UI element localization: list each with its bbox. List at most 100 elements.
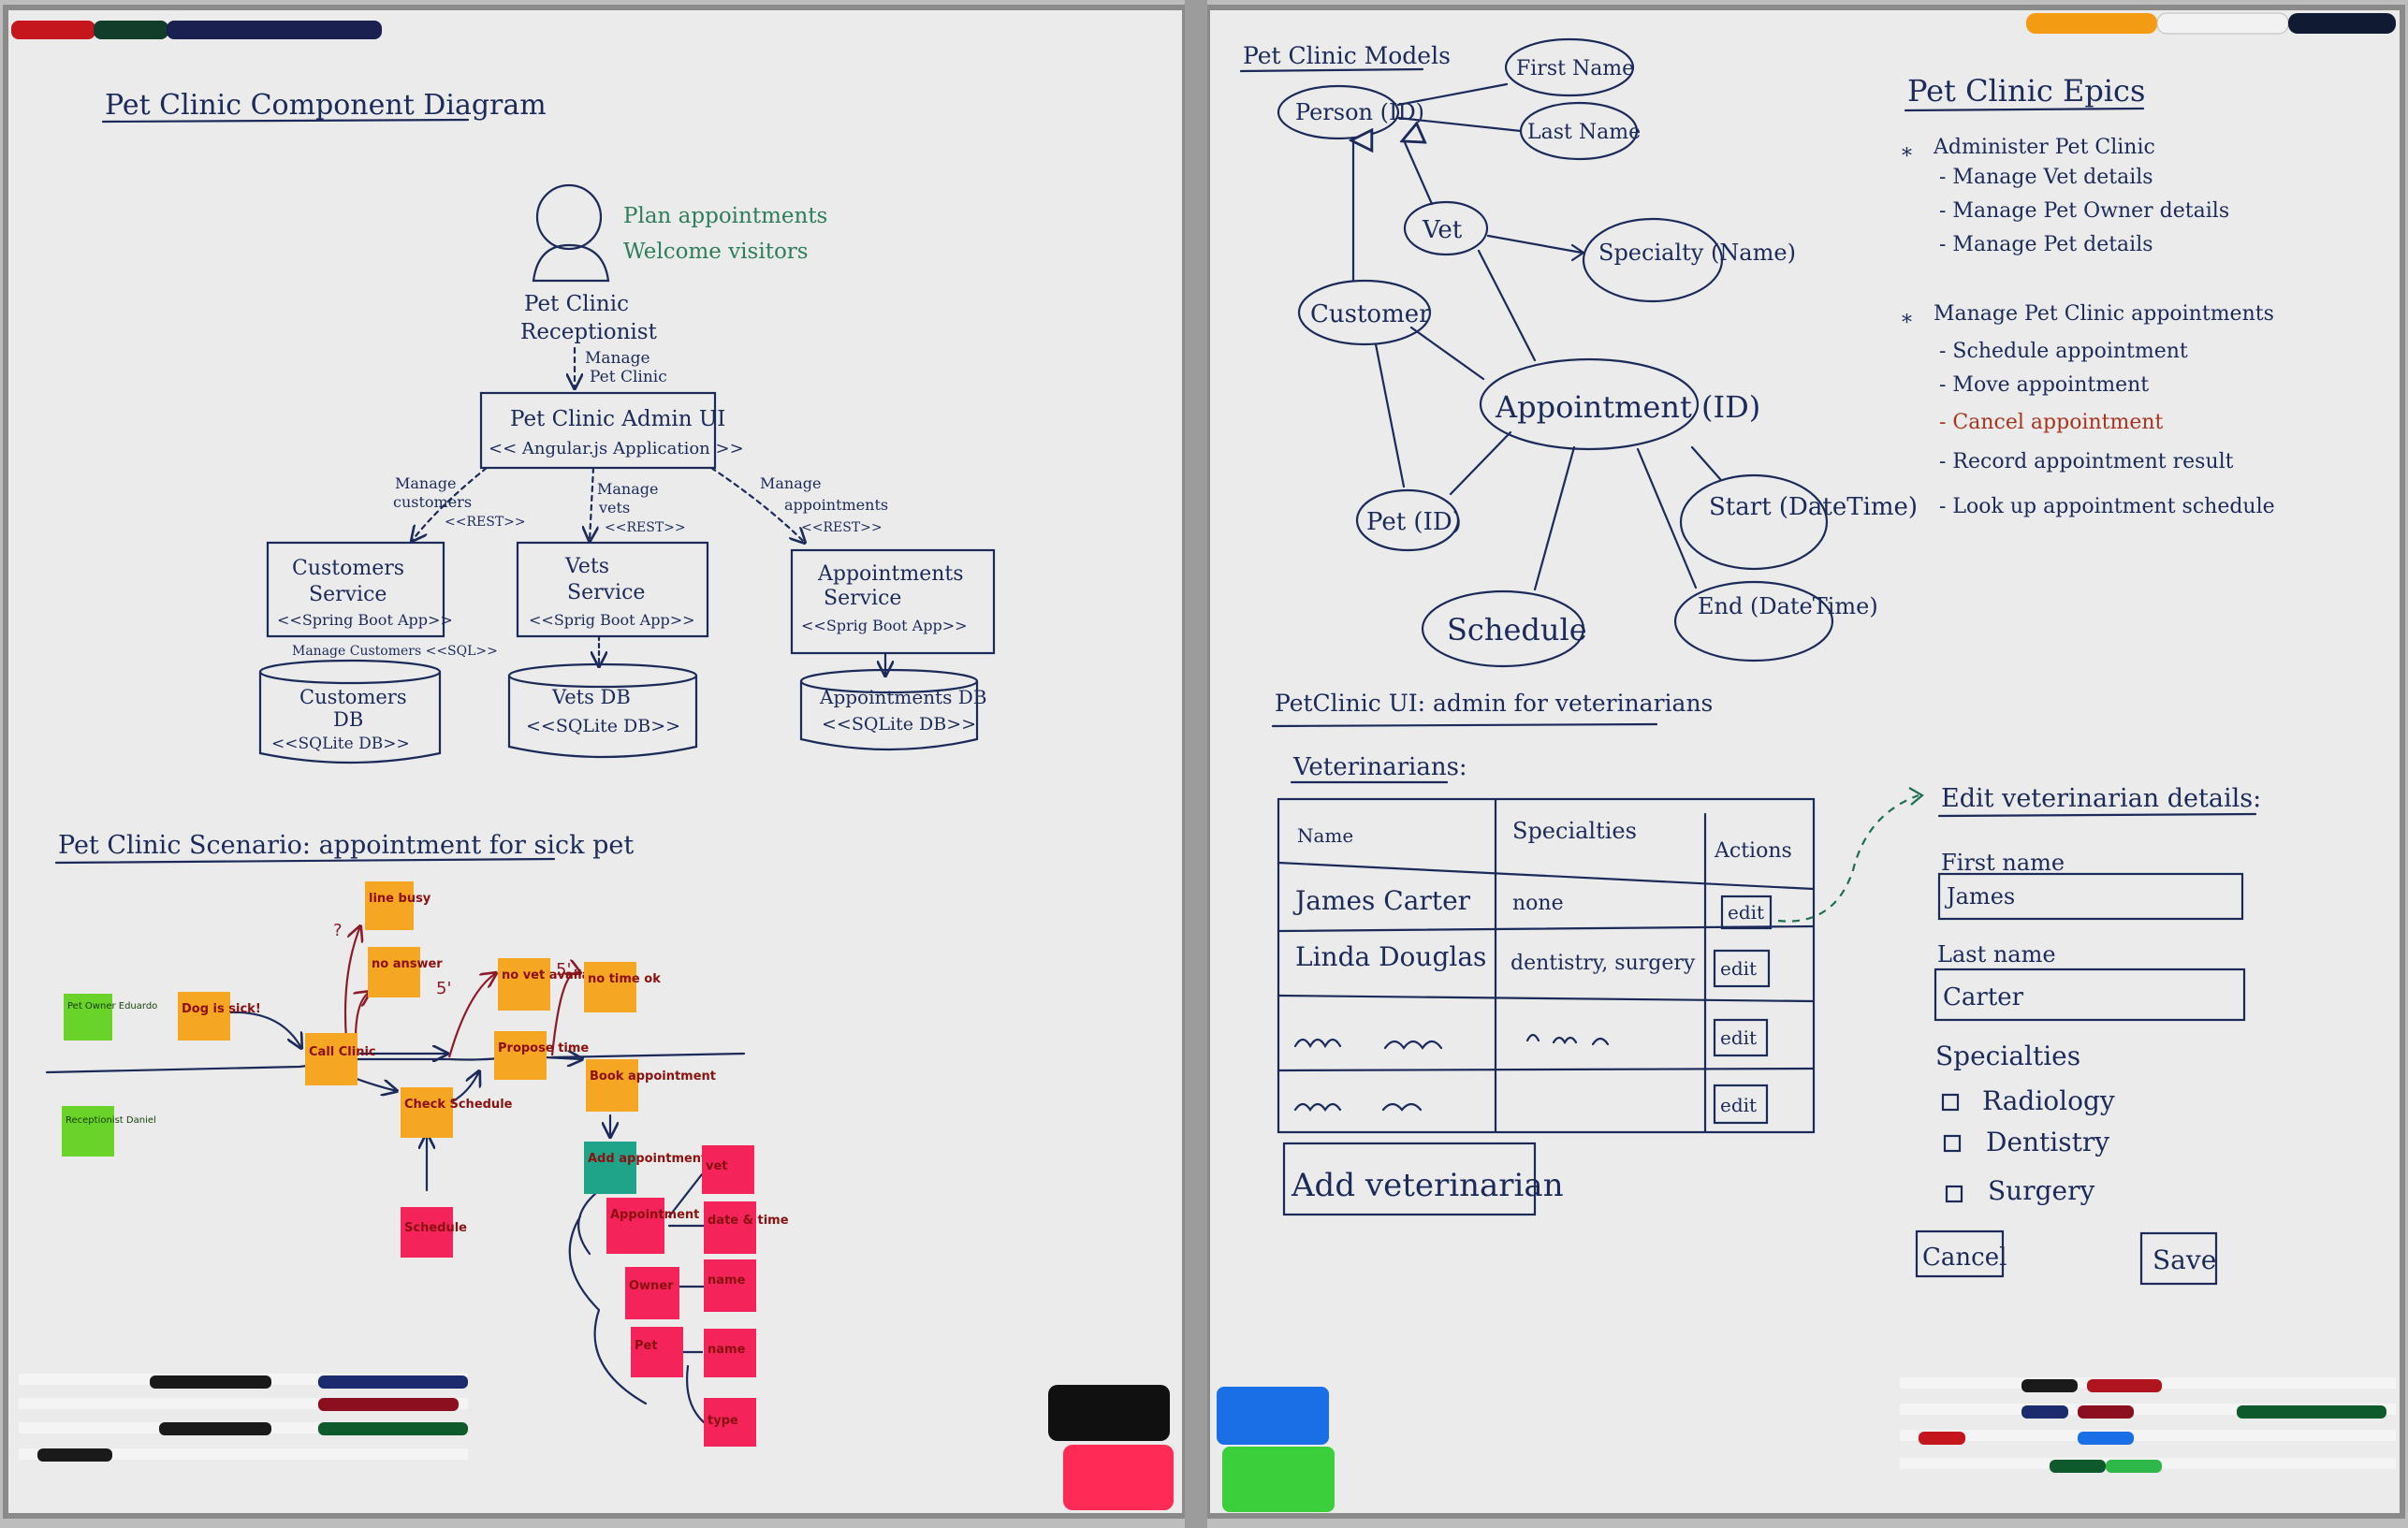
svg-text:date & time: date & time [708, 1214, 789, 1228]
epics-title: Pet Clinic Epics [1907, 73, 2145, 109]
svg-text:Schedule: Schedule [1447, 612, 1587, 648]
epic-2-heading: Manage Pet Clinic appointments [1934, 302, 2274, 326]
svg-text:type: type [708, 1414, 738, 1428]
appointments-service-line1: Appointments [817, 562, 964, 586]
admin-ui-name: Pet Clinic Admin UI [510, 407, 725, 431]
vets-service-line1: Vets [564, 555, 609, 578]
vet-row-1-edit-label: edit [1728, 901, 1764, 924]
magnet-strip-left [11, 21, 382, 39]
svg-text:name: name [708, 1343, 746, 1357]
last-name-value: Carter [1943, 983, 2024, 1011]
vet-row-2-specialties: dentistry, surgery [1510, 952, 1696, 975]
svg-text:line busy: line busy [369, 892, 431, 906]
epic-1-item-3: - Manage Pet details [1939, 233, 2153, 256]
svg-text:Book appointment: Book appointment [590, 1070, 716, 1084]
vet-row-4-edit-label: edit [1720, 1094, 1757, 1116]
epic-2-bullet: * [1902, 312, 1912, 335]
svg-text:End (DateTime): End (DateTime) [1698, 593, 1878, 619]
appointments-arrow-label-1: Manage [760, 474, 821, 492]
question-mark-1: ? [333, 921, 343, 940]
radiology-label: Radiology [1982, 1085, 2115, 1116]
manage-arrow-label-2: Pet Clinic [590, 368, 667, 386]
scenario-title: Pet Clinic Scenario: appointment for sic… [58, 831, 634, 860]
svg-text:no time ok: no time ok [588, 972, 661, 986]
last-name-label: Last name [1937, 941, 2056, 968]
svg-text:Last Name: Last Name [1527, 121, 1641, 144]
actor-name-line1: Pet Clinic [524, 292, 629, 316]
appointments-service-line2: Service [824, 587, 901, 610]
vets-db-line2: <<SQLite DB>> [526, 716, 680, 736]
ui-sketch-title: PetClinic UI: admin for veterinarians [1275, 690, 1713, 717]
customers-arrow-proto: <<REST>> [445, 515, 526, 530]
appointments-arrow-label-2: appointments [784, 496, 888, 514]
vet-row-2-name: Linda Douglas [1295, 941, 1486, 972]
svg-text:Vet: Vet [1422, 216, 1463, 244]
epic-1-item-1: - Manage Vet details [1939, 166, 2153, 189]
svg-text:Appointment (ID): Appointment (ID) [1495, 389, 1760, 425]
sticky-owner-name: name [704, 1259, 756, 1312]
svg-text:Dog is sick!: Dog is sick! [182, 1002, 261, 1016]
vets-arrow-label-2: vets [598, 499, 630, 517]
first-name-label: First name [1941, 850, 2065, 876]
vets-arrow-label-1: Manage [597, 480, 658, 498]
customers-db-line1: Customers [299, 686, 407, 708]
vet-row-1-name: James Carter [1292, 885, 1471, 916]
svg-text:Add appointment: Add appointment [588, 1152, 707, 1166]
add-veterinarian-label: Add veterinarian [1291, 1167, 1564, 1204]
veterinarians-heading: Veterinarians: [1292, 753, 1467, 781]
appointments-service-stereotype: <<Sprig Boot App>> [801, 617, 968, 634]
epic-2-item-5: - Look up appointment schedule [1939, 495, 2275, 518]
appointments-db-line1: Appointments DB [819, 686, 986, 708]
sticky-pet-type: type [704, 1398, 756, 1447]
svg-text:Owner: Owner [629, 1279, 674, 1293]
customers-service-line2: Service [309, 583, 387, 606]
vet-row-2-edit-label: edit [1720, 957, 1757, 980]
svg-text:Propose time: Propose time [498, 1041, 589, 1055]
customers-service-stereotype: <<Spring Boot App>> [277, 611, 453, 629]
appointments-arrow-proto: <<REST>> [801, 520, 883, 535]
svg-text:Pet: Pet [635, 1339, 658, 1353]
epic-2-item-4: - Record appointment result [1939, 450, 2234, 473]
sticky-pet-name: name [704, 1329, 756, 1377]
customers-db-link-label: Manage Customers <<SQL>> [292, 644, 498, 659]
component-diagram-title: Pet Clinic Component Diagram [105, 89, 547, 122]
vet-row-3-edit-label: edit [1720, 1026, 1757, 1049]
actor-name-line2: Receptionist [520, 320, 658, 344]
svg-text:name: name [708, 1273, 746, 1288]
actor-goal-1: Plan appointments [623, 204, 827, 228]
sticky-vet: vet [702, 1145, 754, 1194]
eraser-blue-green [1217, 1387, 1335, 1512]
board-divider [1185, 0, 1207, 1528]
surgery-label: Surgery [1988, 1175, 2094, 1206]
actor-goal-2: Welcome visitors [623, 240, 809, 264]
vets-arrow-proto: <<REST>> [605, 520, 686, 535]
epic-2-item-3: - Cancel appointment [1939, 411, 2164, 434]
col-header-name: Name [1297, 824, 1353, 847]
svg-text:Pet (ID): Pet (ID) [1366, 508, 1462, 536]
customers-db-line2: DB [333, 708, 363, 731]
edit-form-title: Edit veterinarian details: [1941, 784, 2261, 813]
question-mark-2: 5' [436, 979, 451, 998]
customers-service-line1: Customers [292, 557, 404, 580]
models-title: Pet Clinic Models [1243, 42, 1451, 69]
svg-text:no answer: no answer [372, 957, 443, 971]
epic-2-item-1: - Schedule appointment [1939, 340, 2188, 363]
svg-text:Start (DateTime): Start (DateTime) [1709, 493, 1918, 521]
svg-text:Call Clinic: Call Clinic [309, 1045, 376, 1059]
vet-row-1-specialties: none [1512, 892, 1564, 915]
cancel-label: Cancel [1922, 1244, 2007, 1272]
svg-text:First Name: First Name [1516, 57, 1634, 80]
epic-1-bullet: * [1902, 145, 1912, 168]
manage-arrow-label-1: Manage [585, 349, 650, 368]
sticky-pet: Pet [631, 1327, 683, 1377]
dentistry-label: Dentistry [1986, 1127, 2109, 1157]
whiteboard-scene: Pet Clinic Component Diagram Plan appoin… [0, 0, 2408, 1528]
sticky-owner-entity: Owner [625, 1267, 679, 1319]
svg-text:Check Schedule: Check Schedule [404, 1098, 513, 1112]
customers-db-stereotype: <<SQLite DB>> [271, 735, 410, 753]
vets-service-stereotype: <<Sprig Boot App>> [529, 611, 695, 629]
epic-1-heading: Administer Pet Clinic [1933, 136, 2155, 159]
svg-text:Customer: Customer [1310, 300, 1431, 328]
admin-ui-stereotype: << Angular.js Application >> [489, 439, 744, 458]
svg-text:vet: vet [706, 1159, 728, 1173]
